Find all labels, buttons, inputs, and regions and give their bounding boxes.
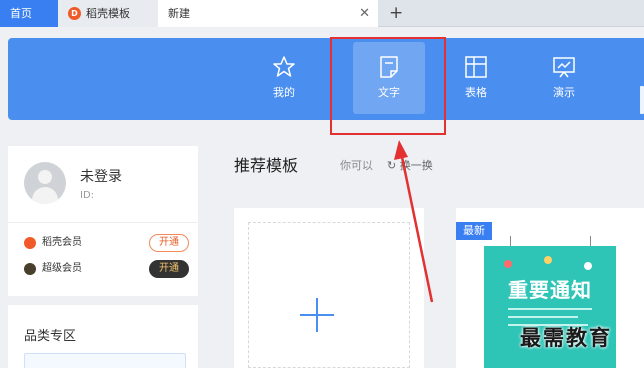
open-docer-membership-button[interactable]: 开通 bbox=[149, 234, 189, 252]
membership-label: 稻壳会员 bbox=[42, 237, 82, 248]
membership-docer: 稻壳会员 开通 bbox=[24, 234, 189, 252]
poster-text-line bbox=[508, 308, 592, 310]
new-document-ribbon: 我的 文字 表格 演示 bbox=[8, 38, 644, 120]
tab-new[interactable]: 新建 ✕ bbox=[158, 0, 378, 27]
tab-home[interactable]: 首页 bbox=[0, 0, 58, 27]
ribbon-item-label: 表格 bbox=[465, 86, 487, 99]
table-icon bbox=[465, 56, 487, 78]
user-panel: 未登录 ID: 稻壳会员 开通 超级会员 开通 bbox=[8, 146, 198, 296]
user-name[interactable]: 未登录 bbox=[80, 166, 122, 186]
membership-label: 超级会员 bbox=[42, 263, 82, 274]
decor-dot bbox=[584, 262, 592, 270]
refresh-icon: ↻ bbox=[387, 159, 397, 172]
highlight-box bbox=[330, 37, 446, 135]
swap-label: 换一换 bbox=[399, 159, 433, 172]
blank-card-border bbox=[248, 222, 410, 368]
docer-member-icon bbox=[24, 237, 36, 249]
category-title: 品类专区 bbox=[24, 329, 77, 344]
new-badge: 最新 bbox=[456, 222, 492, 240]
poster-title: 重要通知 bbox=[508, 278, 592, 302]
ribbon-item-label: 我的 bbox=[273, 86, 295, 99]
avatar[interactable] bbox=[24, 162, 66, 204]
decor-dot bbox=[544, 256, 552, 264]
swap-button[interactable]: ↻ 换一换 bbox=[387, 157, 433, 173]
ribbon-item-label: 演示 bbox=[553, 86, 575, 99]
membership-super: 超级会员 开通 bbox=[24, 260, 189, 278]
category-item[interactable] bbox=[24, 353, 186, 368]
add-tab-button[interactable]: + bbox=[383, 0, 413, 27]
ribbon-item-spreadsheet[interactable]: 表格 bbox=[440, 42, 512, 114]
presentation-icon bbox=[553, 57, 575, 78]
tab-bar: 首页 D 稻壳模板 新建 ✕ + bbox=[0, 0, 644, 27]
watermark: 最需教育 bbox=[520, 326, 612, 350]
user-id: ID: bbox=[80, 190, 95, 201]
ribbon-item-mine[interactable]: 我的 bbox=[248, 42, 320, 114]
decor-dot bbox=[504, 260, 512, 268]
star-icon bbox=[273, 56, 295, 77]
tab-docer-label: 稻壳模板 bbox=[86, 7, 130, 20]
open-super-membership-button[interactable]: 开通 bbox=[149, 260, 189, 278]
recommended-title: 推荐模板 bbox=[234, 156, 299, 175]
tab-home-label: 首页 bbox=[10, 7, 32, 20]
divider bbox=[8, 222, 198, 223]
close-icon[interactable]: ✕ bbox=[359, 0, 370, 27]
plus-icon: + bbox=[389, 3, 404, 23]
tab-docer-templates[interactable]: D 稻壳模板 bbox=[58, 0, 158, 27]
category-panel: 品类专区 bbox=[8, 305, 198, 368]
new-blank-document-card[interactable] bbox=[234, 208, 424, 368]
ribbon-item-presentation[interactable]: 演示 bbox=[528, 42, 600, 114]
ribbon-next-item-icon[interactable] bbox=[640, 86, 644, 114]
tab-new-label: 新建 bbox=[168, 7, 190, 20]
super-member-icon bbox=[24, 263, 36, 275]
docer-logo-icon: D bbox=[68, 7, 81, 20]
poster-text-line bbox=[508, 316, 578, 318]
plus-icon-vertical bbox=[316, 298, 318, 332]
recommended-subtitle: 你可以 bbox=[340, 159, 373, 172]
